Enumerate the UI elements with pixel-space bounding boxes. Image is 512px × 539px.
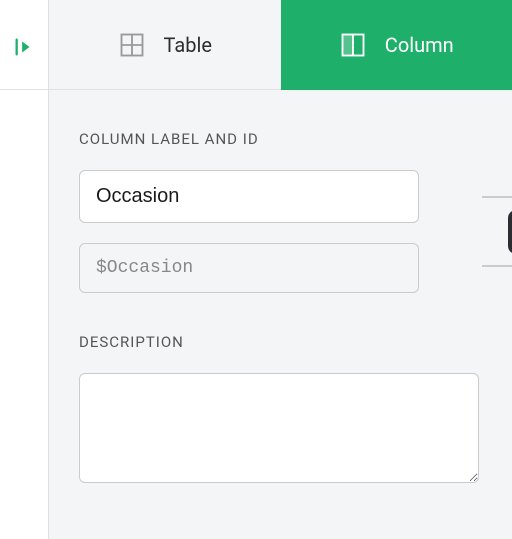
column-label-input[interactable] — [79, 170, 419, 223]
tab-bar: Table Column — [49, 0, 512, 90]
collapse-sidebar-button[interactable] — [0, 0, 48, 90]
tab-table-label: Table — [164, 33, 212, 57]
table-icon — [118, 31, 146, 59]
description-textarea[interactable] — [79, 373, 479, 483]
description-heading: DESCRIPTION — [79, 333, 482, 351]
content-area: COLUMN LABEL AND ID DESCRIPTION — [49, 90, 512, 507]
linked-fields-group — [79, 170, 482, 293]
tab-table[interactable]: Table — [49, 0, 281, 90]
link-toggle-button[interactable] — [508, 210, 512, 254]
expand-panel-icon — [13, 36, 35, 58]
tab-column-label: Column — [385, 33, 454, 57]
column-id-input[interactable] — [79, 243, 419, 293]
label-id-heading: COLUMN LABEL AND ID — [79, 130, 482, 148]
column-icon — [339, 31, 367, 59]
tab-column[interactable]: Column — [281, 0, 512, 90]
main-panel: Table Column COLUMN LABEL AND ID — [48, 0, 512, 539]
